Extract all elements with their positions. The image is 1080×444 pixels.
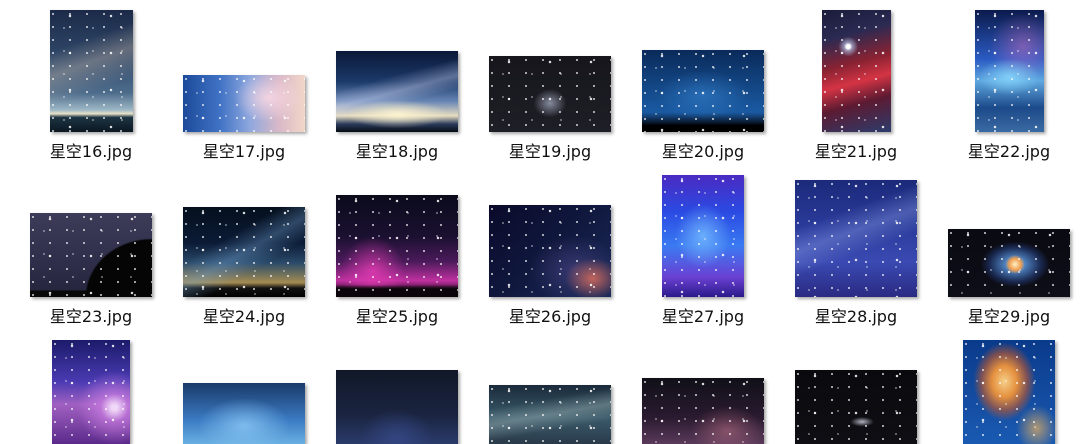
thumbnail-frame bbox=[480, 175, 620, 297]
file-name-label: 星空19.jpg bbox=[508, 142, 592, 161]
image-thumbnail bbox=[821, 10, 891, 132]
file-item[interactable] bbox=[480, 340, 620, 444]
image-thumbnail bbox=[336, 195, 458, 297]
image-thumbnail bbox=[52, 340, 130, 444]
file-name-label: 星空28.jpg bbox=[814, 307, 898, 326]
image-thumbnail bbox=[183, 207, 305, 297]
image-thumbnail bbox=[49, 10, 133, 132]
thumbnail-frame bbox=[939, 175, 1079, 297]
file-name-label: 星空17.jpg bbox=[202, 142, 286, 161]
thumbnail-frame bbox=[21, 10, 161, 132]
file-item[interactable]: 星空27.jpg bbox=[633, 175, 773, 329]
image-thumbnail bbox=[795, 180, 917, 297]
file-item[interactable]: 星空19.jpg bbox=[480, 10, 620, 164]
thumbnail-frame bbox=[21, 340, 161, 444]
thumbnail-frame bbox=[174, 10, 314, 132]
file-item[interactable] bbox=[174, 340, 314, 444]
image-thumbnail bbox=[183, 383, 305, 444]
thumbnail-frame bbox=[633, 10, 773, 132]
file-item[interactable]: 星空22.jpg bbox=[939, 10, 1079, 164]
file-item[interactable]: 星空17.jpg bbox=[174, 10, 314, 164]
file-name-label: 星空23.jpg bbox=[49, 307, 133, 326]
file-name-label: 星空25.jpg bbox=[355, 307, 439, 326]
image-thumbnail bbox=[795, 370, 917, 444]
image-thumbnail bbox=[642, 50, 764, 132]
file-grid: 星空16.jpg 星空17.jpg 星空18.jpg 星空19.jpg 星空20… bbox=[0, 0, 1080, 444]
thumbnail-frame bbox=[480, 10, 620, 132]
thumbnail-frame bbox=[633, 340, 773, 444]
file-item[interactable] bbox=[939, 340, 1079, 444]
file-item[interactable] bbox=[786, 340, 926, 444]
file-item[interactable]: 星空25.jpg bbox=[327, 175, 467, 329]
thumbnail-frame bbox=[939, 340, 1079, 444]
thumbnail-frame bbox=[939, 10, 1079, 132]
file-name-label: 星空27.jpg bbox=[661, 307, 745, 326]
file-name-label: 星空18.jpg bbox=[355, 142, 439, 161]
thumbnail-frame bbox=[786, 175, 926, 297]
image-thumbnail bbox=[336, 370, 458, 444]
file-name-label: 星空26.jpg bbox=[508, 307, 592, 326]
thumbnail-frame bbox=[174, 340, 314, 444]
thumbnail-frame bbox=[786, 340, 926, 444]
file-item[interactable] bbox=[21, 340, 161, 444]
file-item[interactable]: 星空21.jpg bbox=[786, 10, 926, 164]
image-thumbnail bbox=[948, 229, 1070, 297]
file-item[interactable]: 星空29.jpg bbox=[939, 175, 1079, 329]
file-name-label: 星空29.jpg bbox=[967, 307, 1051, 326]
file-name-label: 星空20.jpg bbox=[661, 142, 745, 161]
thumbnail-frame bbox=[327, 175, 467, 297]
file-item[interactable] bbox=[633, 340, 773, 444]
file-name-label: 星空16.jpg bbox=[49, 142, 133, 161]
file-name-label: 星空21.jpg bbox=[814, 142, 898, 161]
thumbnail-frame bbox=[633, 175, 773, 297]
image-thumbnail bbox=[662, 175, 744, 297]
image-thumbnail bbox=[336, 51, 458, 132]
file-item[interactable]: 星空23.jpg bbox=[21, 175, 161, 329]
thumbnail-frame bbox=[327, 340, 467, 444]
file-item[interactable]: 星空20.jpg bbox=[633, 10, 773, 164]
image-thumbnail bbox=[489, 205, 611, 297]
thumbnail-frame bbox=[21, 175, 161, 297]
file-item[interactable]: 星空16.jpg bbox=[21, 10, 161, 164]
image-thumbnail bbox=[974, 10, 1044, 132]
file-name-label: 星空24.jpg bbox=[202, 307, 286, 326]
file-item[interactable]: 星空24.jpg bbox=[174, 175, 314, 329]
image-thumbnail bbox=[642, 378, 764, 444]
file-item[interactable]: 星空18.jpg bbox=[327, 10, 467, 164]
file-item[interactable]: 星空26.jpg bbox=[480, 175, 620, 329]
image-thumbnail bbox=[963, 340, 1055, 444]
image-thumbnail bbox=[489, 385, 611, 444]
thumbnail-frame bbox=[327, 10, 467, 132]
file-item[interactable]: 星空28.jpg bbox=[786, 175, 926, 329]
thumbnail-frame bbox=[786, 10, 926, 132]
image-thumbnail bbox=[30, 213, 152, 297]
file-name-label: 星空22.jpg bbox=[967, 142, 1051, 161]
file-item[interactable] bbox=[327, 340, 467, 444]
image-thumbnail bbox=[183, 75, 305, 132]
image-thumbnail bbox=[489, 56, 611, 132]
thumbnail-frame bbox=[480, 340, 620, 444]
thumbnail-frame bbox=[174, 175, 314, 297]
